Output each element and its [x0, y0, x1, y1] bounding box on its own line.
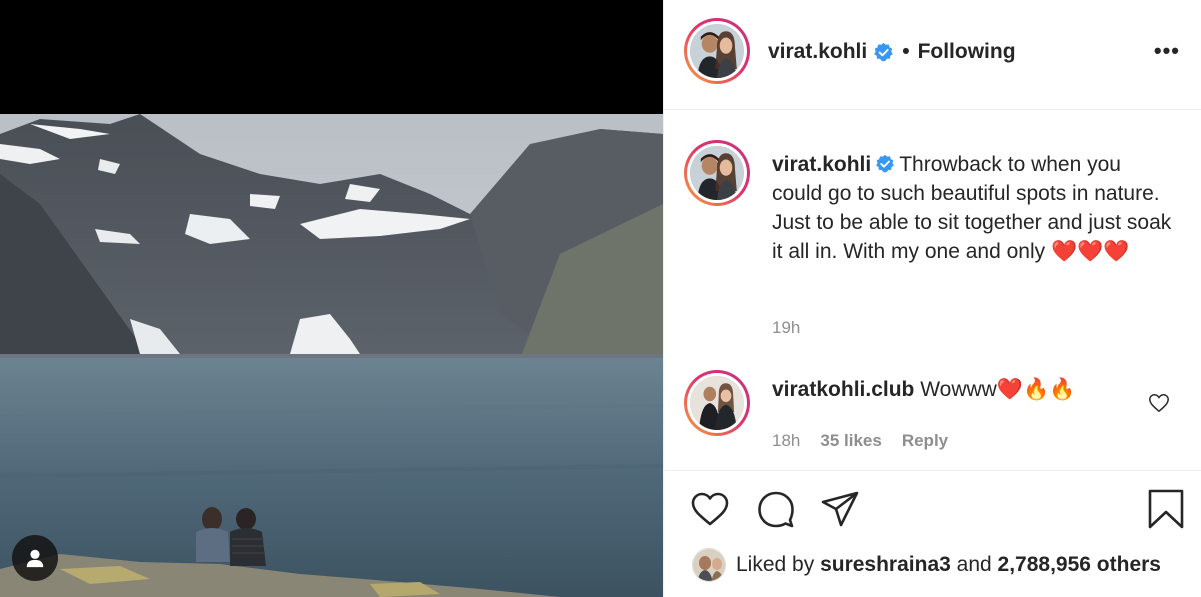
post-actions: Liked by sureshraina3 and 2,788,956 othe…: [664, 470, 1201, 597]
bookmark-icon: [1148, 489, 1184, 529]
comment-text: Wowww❤️🔥🔥: [920, 378, 1076, 401]
likes-count[interactable]: 2,788,956 others: [998, 553, 1161, 577]
liker-username[interactable]: sureshraina3: [820, 553, 951, 577]
comment-likes[interactable]: 35 likes: [820, 431, 881, 451]
user-tag-icon: [26, 549, 44, 568]
comment-meta: 18h 35 likes Reply: [772, 431, 948, 451]
author-username[interactable]: virat.kohli: [768, 40, 867, 64]
comment-text-block: viratkohli.club Wowww❤️🔥🔥: [772, 378, 1075, 402]
caption-text-block: virat.kohli Throwback to when you could …: [772, 150, 1172, 266]
caption-username[interactable]: virat.kohli: [772, 153, 871, 176]
comment-like-heart-icon[interactable]: [1148, 392, 1170, 414]
caption-emojis: ❤️❤️❤️: [1050, 240, 1130, 263]
heart-icon: [691, 492, 729, 526]
tag-people-button[interactable]: [12, 535, 58, 581]
verified-badge-icon: [876, 154, 895, 173]
author-avatar[interactable]: [684, 18, 750, 84]
liker-avatar-image: [693, 549, 725, 581]
commenter-avatar[interactable]: [684, 370, 750, 436]
likes-connector: and: [956, 553, 992, 576]
separator-dot: •: [902, 40, 910, 63]
comment-timestamp[interactable]: 18h: [772, 431, 800, 451]
couple-avatar-image: [690, 146, 744, 200]
more-options-icon[interactable]: •••: [1154, 38, 1180, 64]
caption-timestamp[interactable]: 19h: [772, 318, 800, 338]
following-button[interactable]: Following: [918, 40, 1016, 64]
caption-author-avatar[interactable]: [684, 140, 750, 206]
comment-reply-button[interactable]: Reply: [902, 431, 948, 451]
comment-username[interactable]: viratkohli.club: [772, 378, 914, 401]
lake-mountain-image: [0, 114, 663, 597]
commenter-avatar-image: [690, 376, 744, 430]
post-photo[interactable]: [0, 114, 663, 597]
liker-avatar[interactable]: [692, 548, 726, 582]
save-button[interactable]: [1146, 489, 1186, 529]
share-button[interactable]: [820, 489, 860, 529]
comment-button[interactable]: [756, 489, 796, 529]
liked-by-prefix: Liked by: [736, 553, 815, 576]
share-icon: [821, 491, 859, 527]
like-button[interactable]: [690, 489, 730, 529]
post-media[interactable]: [0, 0, 663, 597]
post-sidebar: virat.kohli • Following ••• virat.kohli …: [663, 0, 1201, 597]
verified-badge-icon: [874, 42, 893, 61]
couple-avatar-image: [690, 24, 744, 78]
post-header: virat.kohli • Following •••: [664, 0, 1201, 110]
comment-icon: [758, 491, 794, 528]
likes-summary: Liked by sureshraina3 and 2,788,956 othe…: [692, 548, 1161, 582]
